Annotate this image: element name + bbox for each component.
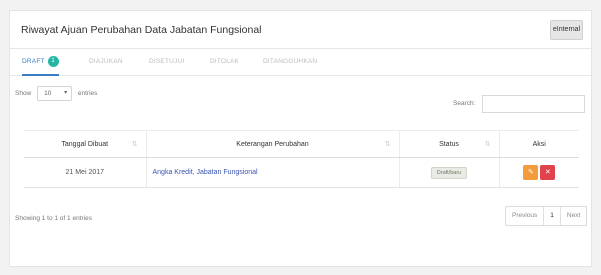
table-row: 21 Mei 2017 Angka Kredit, Jabatan Fungsi… bbox=[24, 157, 579, 188]
header-tanggal-dibuat[interactable]: Tanggal Dibuat ⇅ bbox=[24, 130, 146, 158]
page-1-button[interactable]: 1 bbox=[543, 207, 560, 225]
next-button[interactable]: Next bbox=[559, 207, 586, 225]
sort-icon: ⇅ bbox=[131, 141, 138, 148]
chevron-down-icon: ▾ bbox=[64, 90, 68, 96]
previous-button[interactable]: Previous bbox=[506, 207, 543, 225]
tab-disetujui[interactable]: DISETUJUI bbox=[149, 50, 184, 76]
tab-ditolak[interactable]: DITOLAK bbox=[210, 50, 239, 76]
header-keterangan-perubahan[interactable]: Keterangan Perubahan ⇅ bbox=[145, 130, 399, 158]
search-input[interactable] bbox=[482, 95, 585, 113]
description-link[interactable]: Angka Kredit, Jabatan Fungsional bbox=[153, 169, 258, 176]
tab-diajukan[interactable]: DIAJUKAN bbox=[89, 50, 123, 76]
tab-draft[interactable]: DRAFT 1 bbox=[22, 50, 59, 76]
header-aksi-label: Aksi bbox=[532, 140, 546, 148]
search-label: Search: bbox=[453, 100, 476, 107]
panel-title: Riwayat Ajuan Perubahan Data Jabatan Fun… bbox=[21, 24, 262, 36]
sort-icon: ⇅ bbox=[484, 141, 491, 148]
history-table: Tanggal Dibuat ⇅ Keterangan Perubahan ⇅ … bbox=[24, 130, 579, 188]
times-icon: ✕ bbox=[544, 169, 551, 176]
panel-header: Riwayat Ajuan Perubahan Data Jabatan Fun… bbox=[10, 11, 591, 49]
pencil-icon: ✎ bbox=[527, 169, 534, 176]
status-tabs: DRAFT 1 DIAJUKAN DISETUJUI DITOLAK DITANG… bbox=[10, 50, 591, 76]
cell-date: 21 Mei 2017 bbox=[24, 157, 146, 188]
edit-button[interactable]: ✎ bbox=[523, 165, 539, 180]
header-status-label: Status bbox=[439, 140, 459, 148]
tab-ditangguhkan[interactable]: DITANGGUHKAN bbox=[263, 50, 317, 76]
cell-status: Draft/baru bbox=[398, 157, 499, 188]
cell-actions: ✎ ✕ bbox=[498, 157, 579, 188]
status-badge: Draft/baru bbox=[430, 166, 468, 179]
header-keterangan-label: Keterangan Perubahan bbox=[236, 140, 309, 148]
tab-draft-label: DRAFT bbox=[22, 58, 45, 65]
entries-select[interactable]: 10 ▾ bbox=[37, 86, 73, 101]
cell-description: Angka Kredit, Jabatan Fungsional bbox=[145, 157, 399, 188]
delete-button[interactable]: ✕ bbox=[540, 165, 556, 180]
table-info: Showing 1 to 1 of 1 entries bbox=[15, 215, 92, 222]
table-header-row: Tanggal Dibuat ⇅ Keterangan Perubahan ⇅ … bbox=[24, 130, 579, 158]
header-aksi: Aksi bbox=[498, 130, 579, 158]
length-control: Show 10 ▾ entries bbox=[15, 86, 97, 101]
header-tanggal-dibuat-label: Tanggal Dibuat bbox=[61, 140, 109, 148]
sort-icon: ⇅ bbox=[384, 141, 391, 148]
internal-button[interactable]: eInternal bbox=[550, 20, 583, 40]
entries-label: entries bbox=[77, 90, 98, 98]
entries-select-value: 10 bbox=[44, 90, 52, 97]
pagination: Previous 1 Next bbox=[505, 206, 588, 226]
show-label: Show bbox=[15, 90, 32, 98]
tab-draft-count-badge: 1 bbox=[47, 55, 59, 67]
header-status[interactable]: Status ⇅ bbox=[398, 130, 499, 158]
